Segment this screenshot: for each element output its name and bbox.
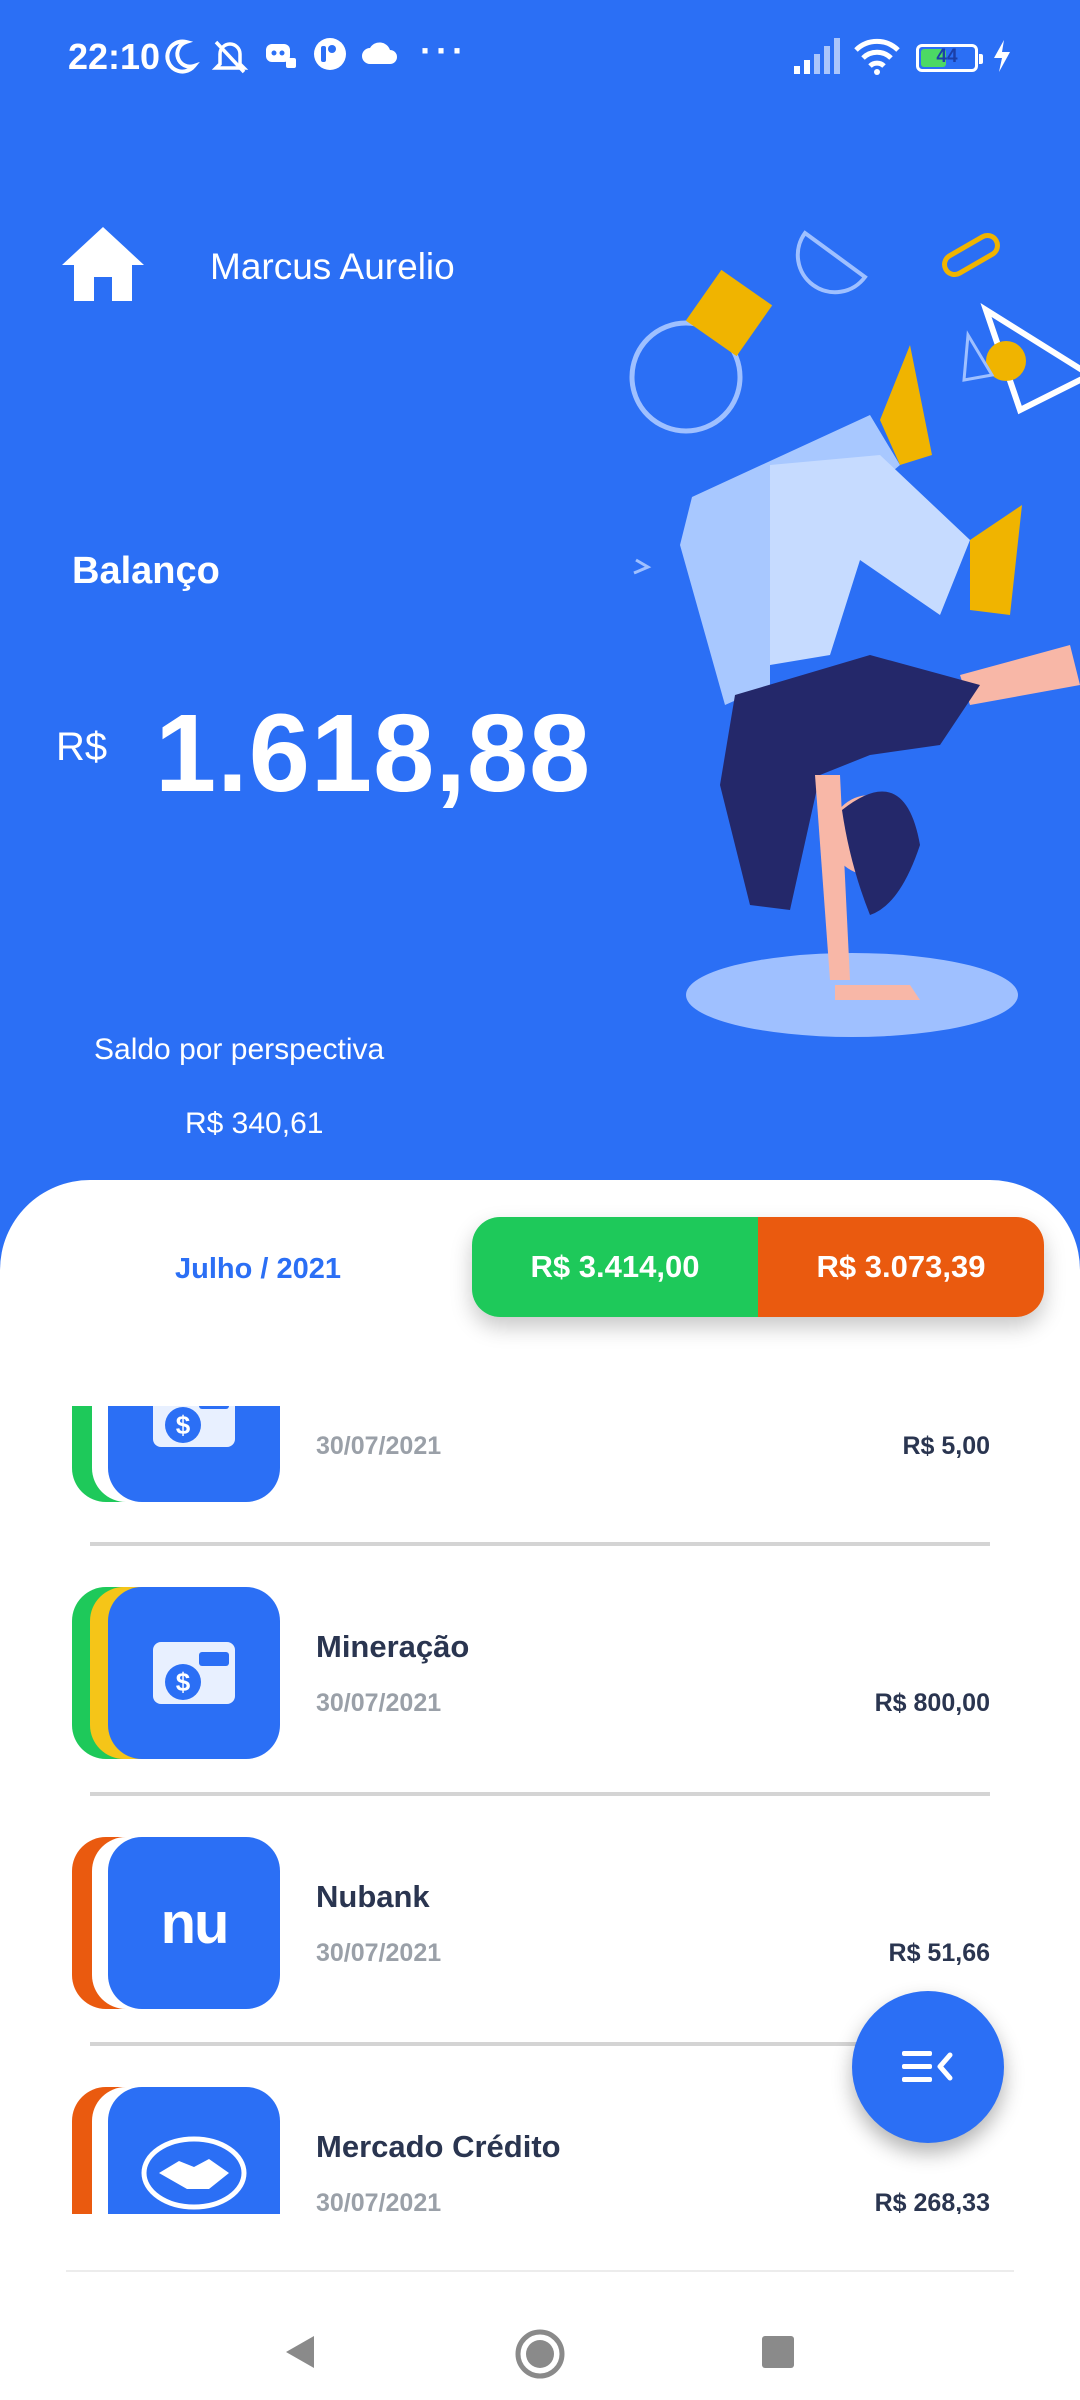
nubank-logo-icon: nu: [108, 1837, 280, 2009]
perspective-balance-value: R$ 340,61: [185, 1107, 324, 1140]
list-divider: [90, 1542, 990, 1546]
status-time: 22:10: [68, 36, 161, 77]
menu-collapse-icon: [902, 2051, 953, 2082]
transaction-amount: R$ 800,00: [874, 1689, 990, 1717]
bell-off-icon: [211, 40, 249, 74]
svg-text:$: $: [176, 1410, 191, 1440]
recents-icon[interactable]: [760, 2334, 796, 2370]
status-bar: 22:10 ··· 44: [0, 0, 1080, 120]
home-circle-icon[interactable]: [514, 2328, 566, 2380]
app-icon: [314, 38, 346, 70]
balance-value: 1.618,88: [155, 692, 592, 815]
balance-currency: R$: [56, 725, 108, 769]
transaction-date: 30/07/2021: [316, 1939, 442, 1967]
cloud-icon: [362, 42, 397, 64]
transaction-name: Mercado Crédito: [316, 2129, 561, 2164]
signal-icon: [794, 38, 840, 74]
system-nav-bar: [0, 2280, 1080, 2400]
home-icon[interactable]: [60, 225, 146, 303]
list-divider: [90, 1792, 990, 1796]
transaction-name: Nubank: [316, 1879, 430, 1914]
wallet-icon: $: [108, 1406, 280, 1502]
user-name: Marcus Aurelio: [210, 246, 455, 287]
menu-fab-button[interactable]: [852, 1991, 1004, 2143]
transaction-item[interactable]: $ Mineração 30/07/2021 R$ 800,00: [0, 1587, 1080, 1762]
back-icon[interactable]: [280, 2332, 320, 2372]
battery-icon: 44: [916, 44, 983, 72]
perspective-balance-label: Saldo por perspectiva: [94, 1033, 385, 1066]
transaction-amount: R$ 5,00: [902, 1432, 990, 1460]
nubank-logo-text: nu: [160, 1890, 230, 1956]
transaction-amount: R$ 51,66: [888, 1939, 990, 1967]
transaction-name: Mineração: [316, 1629, 470, 1664]
expense-total[interactable]: R$ 3.073,39: [758, 1217, 1044, 1317]
handshake-icon: [108, 2087, 280, 2214]
charging-icon: [994, 40, 1010, 72]
wallet-icon: $: [108, 1587, 280, 1759]
balance-title: Balanço: [72, 550, 220, 592]
transaction-item[interactable]: $ 30/07/2021 R$ 5,00: [0, 1406, 1080, 1505]
transaction-date: 30/07/2021: [316, 1432, 442, 1460]
moon-icon: [165, 39, 200, 74]
month-selector[interactable]: Julho / 2021: [175, 1253, 341, 1286]
handstand-illustration: [629, 230, 1080, 1037]
discord-icon: [266, 44, 296, 68]
nav-divider: [66, 2270, 1014, 2272]
wifi-icon: [854, 38, 900, 75]
battery-level: 44: [936, 46, 958, 67]
transaction-item[interactable]: nu Nubank 30/07/2021 R$ 51,66: [0, 1837, 1080, 2012]
transaction-date: 30/07/2021: [316, 1689, 442, 1717]
income-total[interactable]: R$ 3.414,00: [472, 1217, 758, 1317]
svg-text:$: $: [176, 1667, 191, 1697]
transaction-amount: R$ 268,33: [874, 2189, 990, 2214]
transaction-date: 30/07/2021: [316, 2189, 442, 2214]
more-notifications: ···: [420, 30, 468, 71]
month-totals: R$ 3.414,00 R$ 3.073,39: [472, 1217, 1044, 1317]
